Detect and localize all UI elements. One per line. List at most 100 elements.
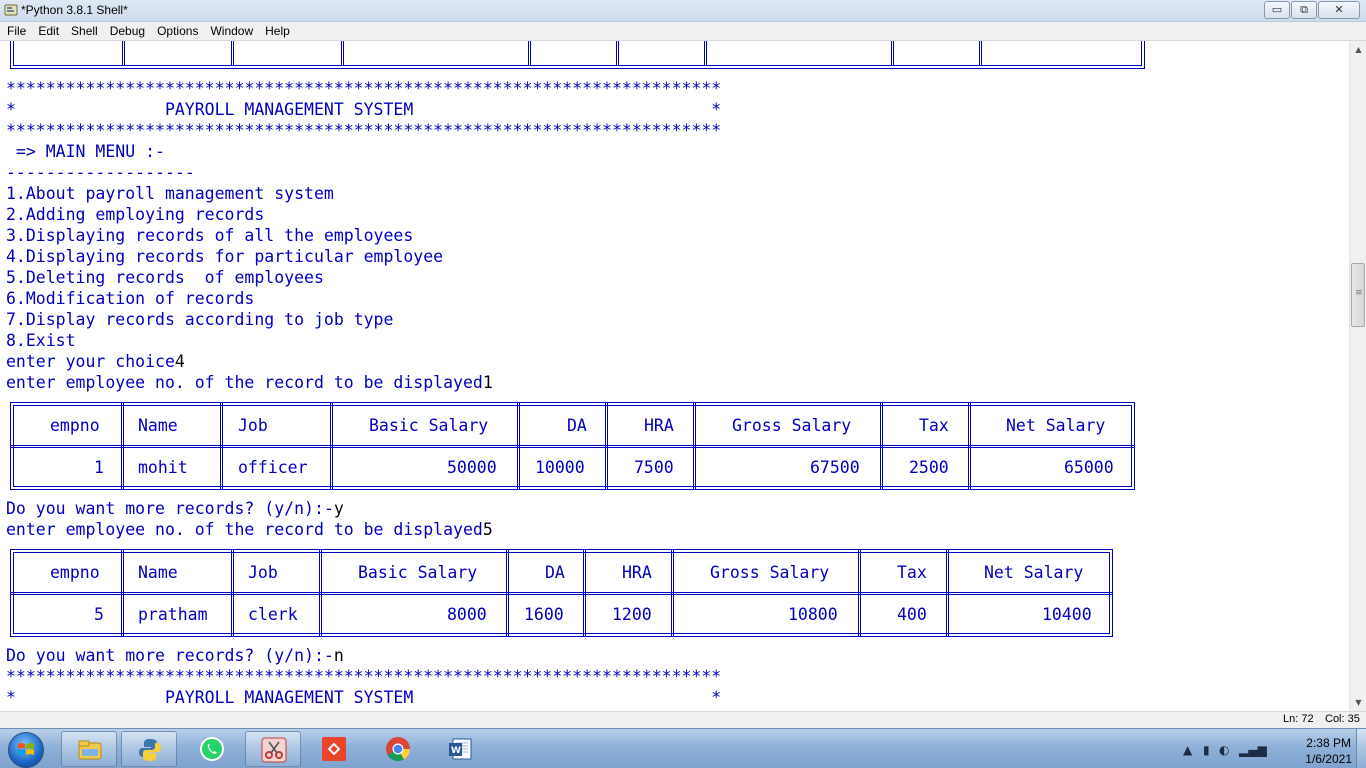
folder-icon bbox=[78, 740, 102, 760]
menu-option-3: 3.Displaying records of all the employee… bbox=[6, 226, 414, 245]
taskbar-word-button[interactable]: W bbox=[432, 731, 488, 767]
line-number: Ln: 72 bbox=[1283, 713, 1314, 725]
scroll-down-icon[interactable]: ▼ bbox=[1350, 694, 1366, 711]
minimize-button[interactable]: ▭ bbox=[1264, 1, 1290, 19]
more-records-input-2: n bbox=[333, 646, 344, 665]
taskbar-git-button[interactable] bbox=[306, 731, 362, 767]
menu-help[interactable]: Help bbox=[265, 24, 290, 38]
header-empno: empno bbox=[50, 416, 100, 435]
battery-icon[interactable]: ▮ bbox=[1203, 743, 1210, 757]
network-signal-icon[interactable]: ▂▄▆ bbox=[1239, 743, 1267, 757]
header-basic: Basic Salary bbox=[369, 416, 489, 435]
cell-hra: 1200 bbox=[612, 605, 652, 624]
cell-basic: 8000 bbox=[447, 605, 487, 624]
cell-gross: 10800 bbox=[788, 605, 838, 624]
title-bar: *Python 3.8.1 Shell* ▭ ⧉ ✕ bbox=[0, 0, 1366, 22]
header-net: Net Salary bbox=[1006, 416, 1106, 435]
banner-stars-top: ****************************************… bbox=[6, 79, 722, 98]
cell-gross: 67500 bbox=[810, 458, 860, 477]
header-hra: HRA bbox=[644, 416, 674, 435]
header-hra: HRA bbox=[622, 563, 652, 582]
menu-bar: File Edit Shell Debug Options Window Hel… bbox=[0, 22, 1366, 41]
cell-net: 65000 bbox=[1064, 458, 1114, 477]
banner-title-2: * PAYROLL MANAGEMENT SYSTEM * bbox=[6, 688, 722, 707]
menu-edit[interactable]: Edit bbox=[38, 24, 59, 38]
cell-empno: 5 bbox=[94, 605, 104, 624]
status-bar: Ln: 72 Col: 35 bbox=[0, 711, 1366, 728]
header-gross: Gross Salary bbox=[710, 563, 830, 582]
main-menu-title: => MAIN MENU :- bbox=[6, 142, 165, 161]
column-number: Col: 35 bbox=[1325, 713, 1360, 725]
svg-text:W: W bbox=[451, 746, 461, 756]
menu-options[interactable]: Options bbox=[157, 24, 198, 38]
choice-input: 4 bbox=[174, 352, 185, 371]
header-tax: Tax bbox=[897, 563, 927, 582]
header-da: DA bbox=[567, 416, 587, 435]
empno-input-2: 5 bbox=[482, 520, 493, 539]
scrollbar-thumb[interactable] bbox=[1351, 263, 1365, 327]
empno-input-1: 1 bbox=[482, 373, 493, 392]
shell-text-area[interactable]: 10 sohan clerk 5000 1000 750 6750 250 65… bbox=[0, 41, 1349, 711]
menu-option-7: 7.Display records according to job type bbox=[6, 310, 394, 329]
more-records-input-1: y bbox=[333, 499, 344, 518]
banner-stars-bottom: ****************************************… bbox=[6, 121, 722, 140]
system-tray: ▲ ▮ ◐ ▂▄▆ 2:38 PM 1/6/2021 bbox=[1176, 729, 1366, 768]
taskbar-python-button[interactable] bbox=[121, 731, 177, 767]
cell-job: officer bbox=[238, 458, 308, 477]
header-net: Net Salary bbox=[984, 563, 1084, 582]
menu-option-8: 8.Exist bbox=[6, 331, 76, 350]
scissors-icon bbox=[261, 737, 287, 763]
header-job: Job bbox=[238, 416, 268, 435]
header-empno: empno bbox=[50, 563, 100, 582]
menu-debug[interactable]: Debug bbox=[110, 24, 145, 38]
empno-prompt-1: enter employee no. of the record to be d… bbox=[6, 373, 493, 392]
taskbar-explorer-button[interactable] bbox=[61, 731, 117, 767]
choice-prompt: enter your choice4 bbox=[6, 352, 185, 371]
chrome-icon bbox=[386, 737, 410, 762]
menu-window[interactable]: Window bbox=[210, 24, 253, 38]
show-hidden-icons-icon[interactable]: ▲ bbox=[1183, 743, 1192, 757]
volume-icon[interactable]: ◐ bbox=[1219, 743, 1229, 757]
menu-file[interactable]: File bbox=[7, 24, 26, 38]
window-title: *Python 3.8.1 Shell* bbox=[21, 3, 128, 17]
taskbar-snipping-button[interactable] bbox=[245, 731, 301, 767]
header-gross: Gross Salary bbox=[732, 416, 852, 435]
menu-option-4: 4.Displaying records for particular empl… bbox=[6, 247, 444, 266]
cell-empno: 1 bbox=[94, 458, 104, 477]
header-basic: Basic Salary bbox=[358, 563, 478, 582]
python-shell-icon bbox=[4, 4, 18, 16]
maximize-button[interactable]: ⧉ bbox=[1291, 1, 1317, 19]
cell-da: 10000 bbox=[535, 458, 585, 477]
close-button[interactable]: ✕ bbox=[1318, 1, 1360, 19]
partial-record-table: 10 sohan clerk 5000 1000 750 6750 250 65… bbox=[10, 41, 1145, 69]
record-table-1: empno Name Job Basic Salary DA HRA Gross… bbox=[10, 402, 1135, 490]
menu-option-1: 1.About payroll management system bbox=[6, 184, 334, 203]
windows-flag-icon bbox=[18, 743, 34, 755]
taskbar-chrome-button[interactable] bbox=[370, 731, 426, 767]
vertical-scrollbar[interactable]: ▲ ▼ bbox=[1349, 41, 1366, 711]
taskbar-clock[interactable]: 2:38 PM 1/6/2021 bbox=[1305, 735, 1352, 767]
header-name: Name bbox=[138, 416, 178, 435]
more-records-prompt-1: Do you want more records? (y/n):-y bbox=[6, 499, 344, 518]
python-icon bbox=[139, 739, 161, 761]
cell-tax: 400 bbox=[897, 605, 927, 624]
cell-net: 10400 bbox=[1042, 605, 1092, 624]
header-name: Name bbox=[138, 563, 178, 582]
header-tax: Tax bbox=[919, 416, 949, 435]
menu-shell[interactable]: Shell bbox=[71, 24, 98, 38]
cell-name: pratham bbox=[138, 605, 208, 624]
scroll-up-icon[interactable]: ▲ bbox=[1350, 41, 1366, 58]
record-table-2: empno Name Job Basic Salary DA HRA Gross… bbox=[10, 549, 1113, 637]
menu-option-5: 5.Deleting records of employees bbox=[6, 268, 324, 287]
more-records-prompt-2: Do you want more records? (y/n):-n bbox=[6, 646, 344, 665]
banner-stars-top-2: ****************************************… bbox=[6, 667, 722, 686]
menu-option-6: 6.Modification of records bbox=[6, 289, 255, 308]
cell-da: 1600 bbox=[524, 605, 564, 624]
taskbar-whatsapp-button[interactable] bbox=[184, 731, 240, 767]
banner-title: * PAYROLL MANAGEMENT SYSTEM * bbox=[6, 100, 722, 119]
whatsapp-icon bbox=[200, 737, 224, 761]
header-job: Job bbox=[248, 563, 278, 582]
show-desktop-button[interactable] bbox=[1356, 729, 1366, 768]
header-da: DA bbox=[545, 563, 565, 582]
start-button[interactable] bbox=[4, 730, 48, 768]
